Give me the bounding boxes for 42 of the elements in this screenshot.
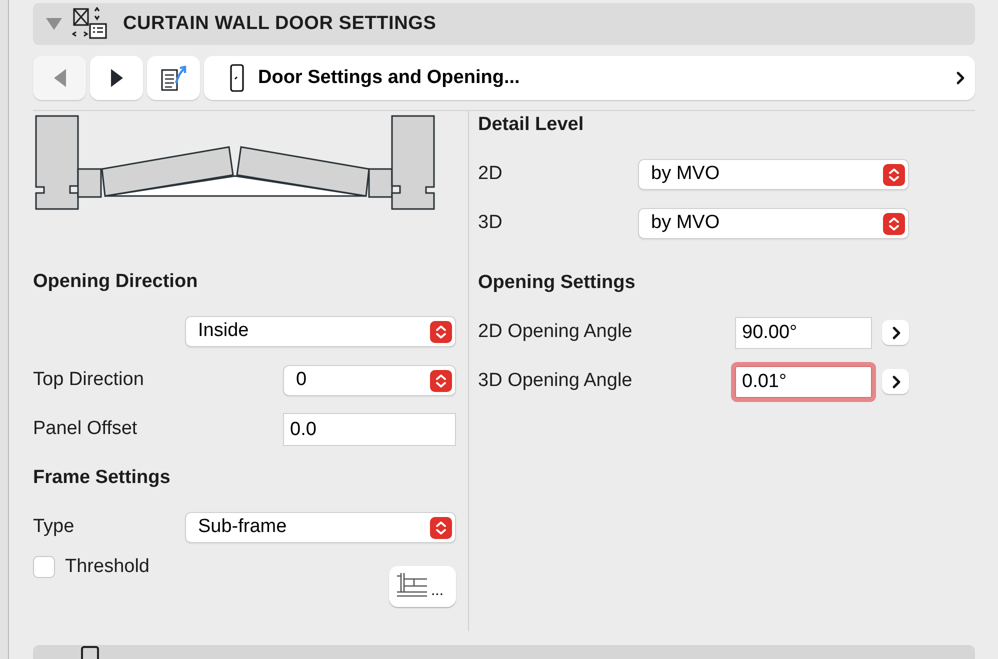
checkbox[interactable]	[33, 556, 55, 578]
checkbox-label: Threshold	[65, 554, 150, 579]
up-down-arrows-icon	[883, 212, 905, 234]
input-field[interactable]: 0.0	[283, 413, 456, 446]
section-heading: Detail Level	[478, 113, 585, 138]
arrow-button[interactable]	[882, 369, 909, 394]
section-heading: Opening Settings	[478, 271, 636, 296]
door-icon	[230, 64, 244, 92]
panel-title: CURTAIN WALL DOOR SETTINGS	[123, 12, 436, 36]
document-icon	[79, 645, 101, 659]
dropdown[interactable]: Inside	[185, 316, 456, 347]
up-down-arrows-icon	[430, 320, 452, 342]
field-label: 3D Opening Angle	[478, 369, 634, 394]
page-selector[interactable]: Door Settings and Opening...	[204, 56, 975, 100]
forward-button[interactable]	[90, 56, 143, 100]
field-label: Panel Offset	[33, 417, 138, 442]
chevron-right-icon	[890, 374, 900, 388]
field-label: 3D	[478, 211, 504, 236]
field-label: 2D Opening Angle	[478, 320, 634, 344]
left-arrow-icon	[54, 69, 66, 87]
field-label: 2D	[478, 162, 504, 186]
arrow-button[interactable]	[882, 320, 909, 345]
chevron-right-icon	[890, 326, 900, 340]
input-field[interactable]: 90.00°	[735, 316, 872, 348]
field-label: Type	[33, 515, 76, 540]
dropdown[interactable]: 0	[283, 365, 456, 396]
section-heading: Opening Direction	[33, 270, 199, 294]
up-down-arrows-icon	[430, 516, 452, 538]
section-heading: Frame Settings	[33, 466, 172, 490]
threshold-icon	[395, 572, 429, 598]
window-settings-icon	[72, 7, 108, 41]
chevron-right-icon	[955, 71, 965, 85]
right-arrow-icon	[110, 69, 122, 87]
dropdown[interactable]: by MVO	[638, 159, 909, 190]
export-button[interactable]	[147, 56, 200, 100]
document-arrow-icon	[158, 63, 188, 93]
threshold-settings-button[interactable]: ...	[389, 566, 456, 607]
up-down-arrows-icon	[883, 164, 905, 186]
up-down-arrows-icon	[430, 370, 452, 392]
dropdown[interactable]: by MVO	[638, 208, 909, 239]
field-label: Top Direction	[33, 368, 145, 392]
dropdown[interactable]: Sub-frame	[185, 512, 456, 543]
